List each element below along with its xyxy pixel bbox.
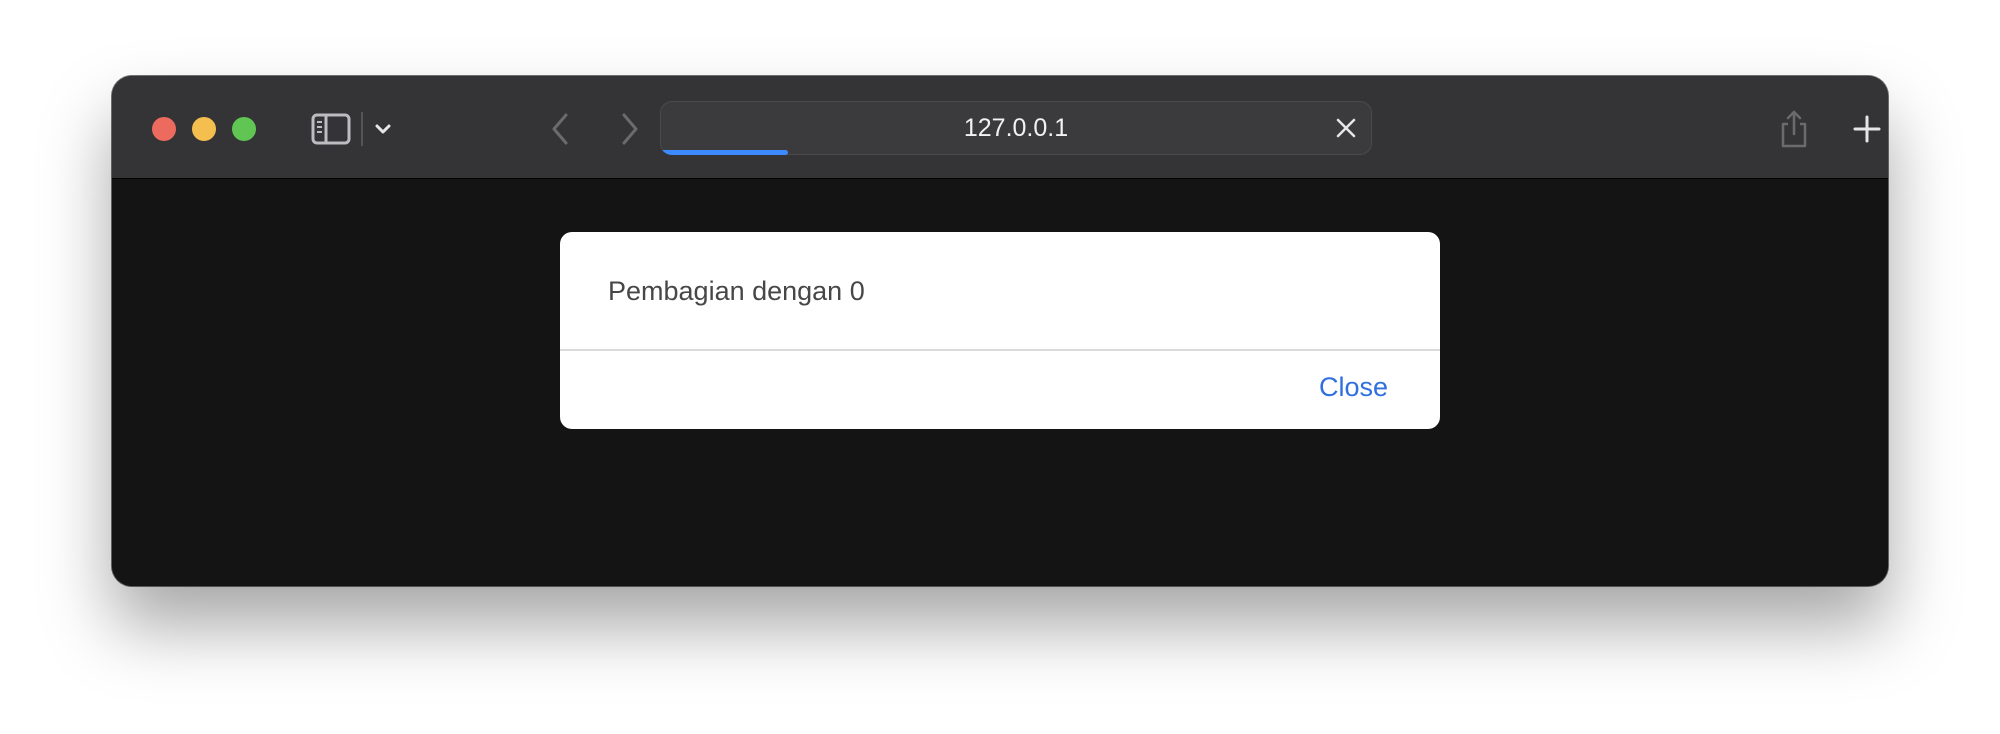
browser-window: 127.0.0.1 Pembagian dengan 0 Close bbox=[112, 76, 1888, 586]
sidebar-toggle-icon[interactable] bbox=[305, 100, 357, 158]
window-minimize-button[interactable] bbox=[192, 117, 216, 141]
alert-message: Pembagian dengan 0 bbox=[608, 276, 865, 306]
close-icon[interactable] bbox=[1332, 114, 1360, 142]
window-zoom-button[interactable] bbox=[232, 117, 256, 141]
page-load-progress bbox=[660, 150, 789, 155]
chevron-down-icon[interactable] bbox=[368, 100, 398, 158]
dialog-divider bbox=[560, 349, 1440, 351]
address-bar[interactable]: 127.0.0.1 bbox=[660, 101, 1372, 155]
alert-dialog: Pembagian dengan 0 Close bbox=[560, 232, 1440, 429]
address-text: 127.0.0.1 bbox=[963, 114, 1069, 142]
chevron-right-icon[interactable] bbox=[612, 100, 648, 158]
browser-toolbar: 127.0.0.1 bbox=[112, 76, 1888, 179]
page-content: Pembagian dengan 0 Close bbox=[112, 179, 1888, 586]
share-icon[interactable] bbox=[1776, 100, 1812, 158]
plus-icon[interactable] bbox=[1849, 100, 1885, 158]
close-button[interactable]: Close bbox=[1319, 372, 1388, 403]
chevron-left-icon[interactable] bbox=[542, 100, 578, 158]
toolbar-separator bbox=[361, 112, 363, 146]
window-close-button[interactable] bbox=[152, 117, 176, 141]
